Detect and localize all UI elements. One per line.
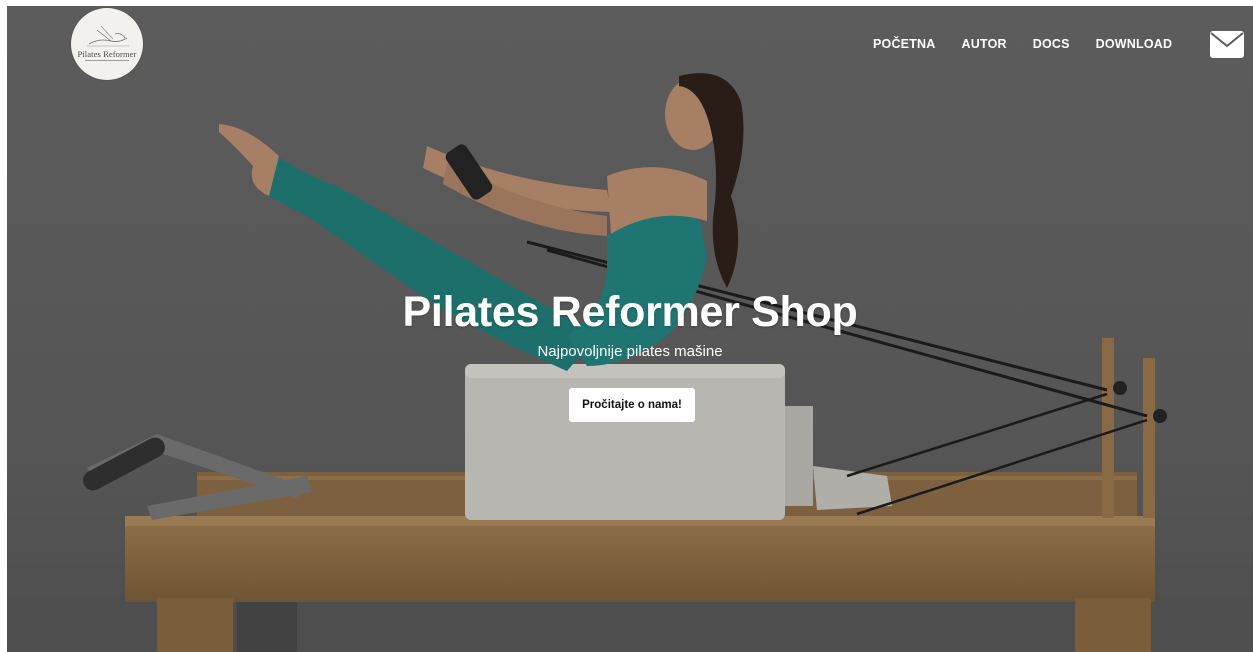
logo-underline (85, 60, 129, 61)
main-nav: POČETNA AUTOR DOCS DOWNLOAD (873, 37, 1198, 51)
reformer-sketch-icon (87, 25, 129, 47)
envelope-icon[interactable] (1210, 31, 1244, 58)
hero-title: Pilates Reformer Shop (402, 288, 858, 336)
nav-item-download[interactable]: DOWNLOAD (1096, 37, 1173, 51)
read-about-us-button[interactable]: Pročitajte o nama! (569, 388, 695, 422)
nav-item-docs[interactable]: DOCS (1033, 37, 1070, 51)
nav-item-autor[interactable]: AUTOR (962, 37, 1007, 51)
site-logo[interactable]: Pilates Reformer (71, 8, 143, 80)
hero-section: Pilates Reformer POČETNA AUTOR DOCS DOWN… (7, 6, 1253, 652)
nav-item-pocetna[interactable]: POČETNA (873, 37, 936, 51)
logo-text: Pilates Reformer (77, 49, 137, 59)
hero-subtitle: Najpovoljnije pilates mašine (537, 343, 723, 360)
